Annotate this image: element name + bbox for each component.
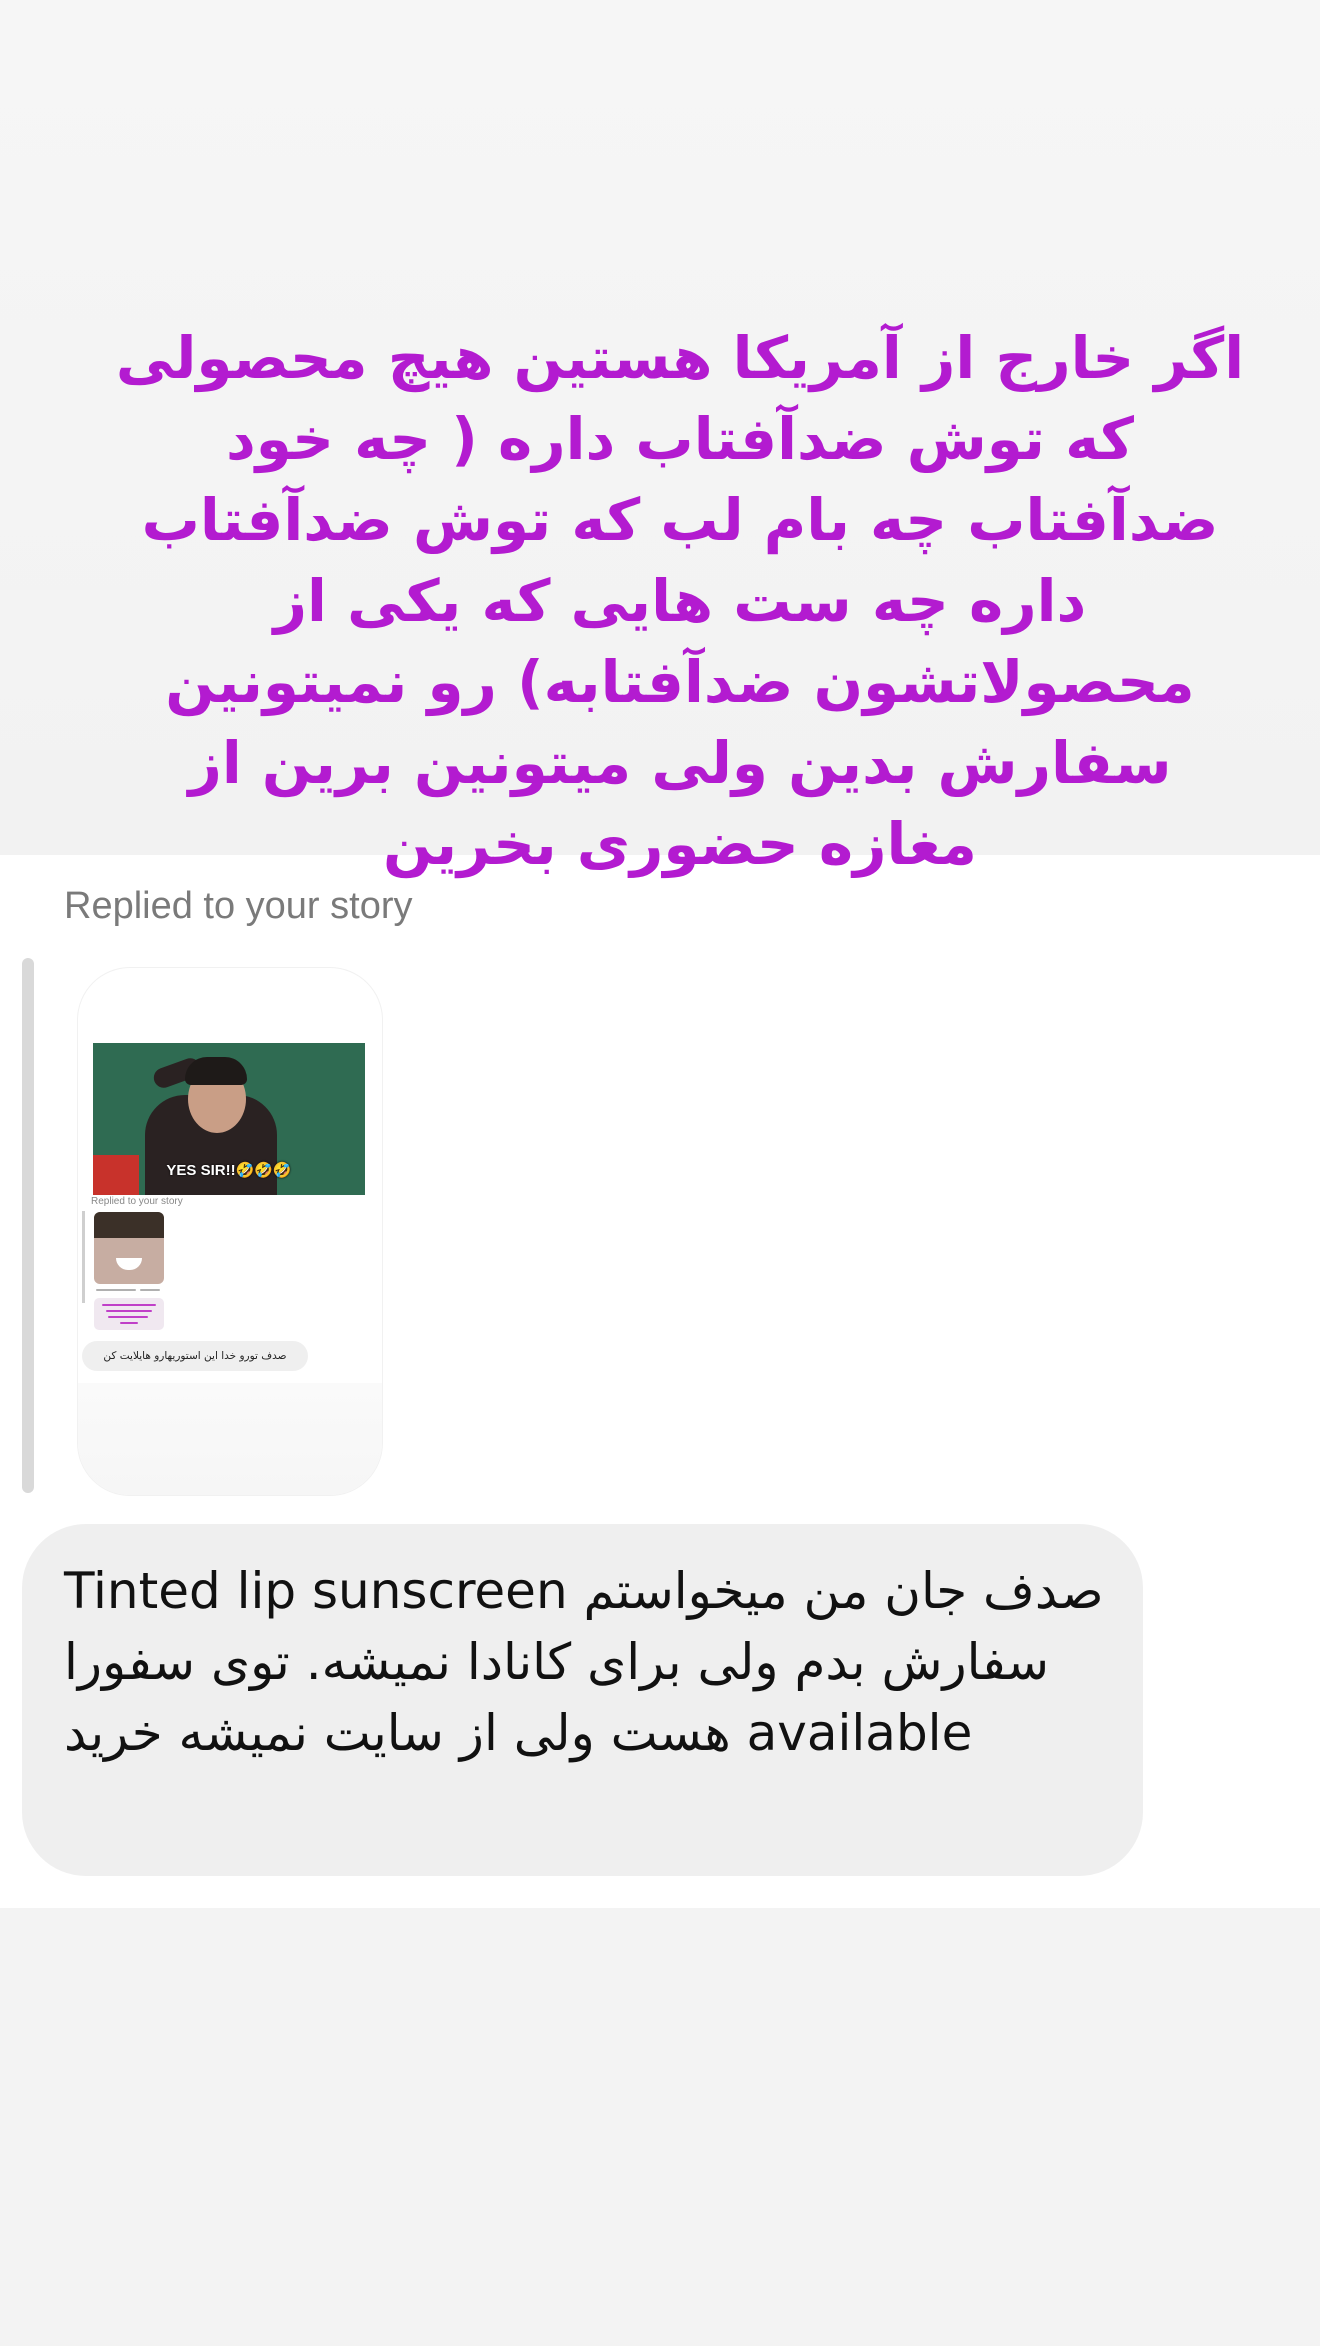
bottom-area (0, 1908, 1320, 2346)
mini-replied-label: Replied to your story (91, 1196, 183, 1207)
message-bubble[interactable]: صدف جان من میخواستم Tinted lip sunscreen… (22, 1524, 1143, 1876)
mini-quote-bar (82, 1211, 85, 1303)
gif-person-hair (185, 1057, 247, 1085)
mini-photo-smile (116, 1258, 142, 1270)
story-card-footer (78, 1383, 382, 1495)
mini-story-photo (94, 1212, 164, 1284)
story-overlay-text: اگر خارج از آمریکا هستین هیچ محصولی که ت… (115, 324, 1245, 878)
mini-message-pill: صدف تورو خدا این استوریهارو هایلایت کن (82, 1341, 308, 1371)
gif-thumbnail: YES SIR!!🤣🤣🤣 (93, 1043, 365, 1195)
replied-to-story-label: Replied to your story (64, 885, 413, 927)
reply-quote-bar (22, 958, 34, 1493)
mini-story-thumbnail (94, 1298, 164, 1330)
story-preview-card[interactable]: YES SIR!!🤣🤣🤣 Replied to your story صدف ت… (78, 968, 382, 1495)
gif-caption: YES SIR!!🤣🤣🤣 (166, 1162, 292, 1179)
mini-photo-hair (94, 1212, 164, 1238)
mini-text-lines (94, 1286, 164, 1296)
message-text: صدف جان من میخواستم Tinted lip sunscreen… (64, 1562, 1104, 1762)
